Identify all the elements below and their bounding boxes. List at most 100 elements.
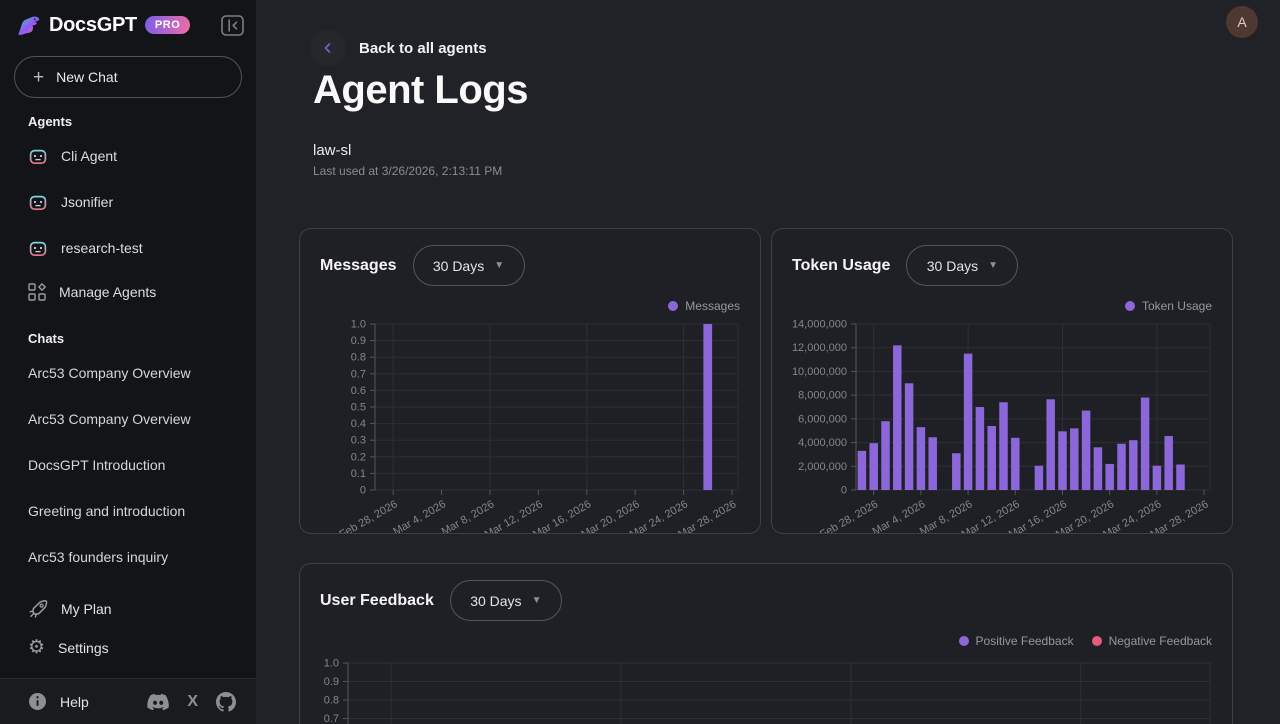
chat-item-label: Greeting and introduction xyxy=(28,503,186,519)
brand-name: DocsGPT xyxy=(49,13,137,36)
info-icon xyxy=(29,693,46,710)
svg-text:0.1: 0.1 xyxy=(351,468,366,480)
user-feedback-panel: User Feedback 30 Days ▼ Positive Feedbac… xyxy=(299,563,1233,724)
back-label: Back to all agents xyxy=(359,39,487,57)
token-usage-panel: Token Usage 30 Days ▼ Token Usage 0 2,000… xyxy=(771,228,1233,534)
chat-item[interactable]: Greeting and introduction xyxy=(0,488,256,534)
settings-label: Settings xyxy=(58,639,109,656)
new-chat-button[interactable]: + New Chat xyxy=(14,56,242,98)
robot-icon xyxy=(29,193,47,210)
discord-icon[interactable] xyxy=(147,693,170,711)
legend-dot xyxy=(958,636,969,646)
chat-item[interactable]: DocsGPT Introduction xyxy=(0,442,256,488)
messages-bar-chart: 0 0.1 0.2 0.3 0.4 0.5 0.6 0.7 0.8 0.9 1.0 Feb 28, 2… xyxy=(337,319,739,534)
help-strip: Help X xyxy=(0,678,256,724)
legend-dot xyxy=(1124,301,1135,311)
legend-dot xyxy=(1091,636,1102,646)
chat-item[interactable]: Arc53 founders inquiry xyxy=(0,534,256,580)
user-feedback-legend: Positive Feedback Negative Feedback xyxy=(320,633,1212,649)
chat-item-label: DocsGPT Introduction xyxy=(28,457,166,473)
legend-dot xyxy=(668,301,679,311)
token-usage-legend: Token Usage xyxy=(792,298,1212,314)
svg-text:1.0: 1.0 xyxy=(324,658,339,670)
svg-text:0.3: 0.3 xyxy=(351,435,366,447)
x-twitter-icon[interactable]: X xyxy=(187,693,198,711)
svg-text:0.7: 0.7 xyxy=(351,368,366,380)
svg-text:12,000,000: 12,000,000 xyxy=(792,342,847,354)
gear-icon: ⚙︎ xyxy=(28,637,46,658)
svg-text:0.9: 0.9 xyxy=(324,676,339,688)
rocket-icon xyxy=(29,599,48,618)
robot-icon xyxy=(29,147,47,164)
github-icon[interactable] xyxy=(216,691,236,712)
svg-text:0: 0 xyxy=(360,485,366,497)
svg-text:8,000,000: 8,000,000 xyxy=(798,390,847,402)
legend-label: Token Usage xyxy=(1141,299,1212,313)
agent-last-used: Last used at 3/26/2026, 2:13:11 PM xyxy=(313,164,503,178)
chevron-left-icon xyxy=(324,43,331,53)
agents-section-header: Agents xyxy=(28,114,73,129)
sidebar-item-research-test[interactable]: research-test xyxy=(0,225,256,271)
svg-text:0.5: 0.5 xyxy=(351,402,366,414)
svg-text:0.8: 0.8 xyxy=(324,695,339,707)
manage-agents-icon xyxy=(28,283,46,301)
messages-legend: Messages xyxy=(320,298,740,314)
chat-item-label: Arc53 Company Overview xyxy=(28,411,191,427)
page-title: Agent Logs xyxy=(313,68,528,112)
chat-item-label: Arc53 founders inquiry xyxy=(28,549,169,565)
messages-panel-title: Messages xyxy=(320,256,397,274)
pro-badge: PRO xyxy=(144,16,191,34)
chats-section-header: Chats xyxy=(28,331,65,346)
new-chat-label: New Chat xyxy=(56,69,118,85)
svg-text:0.7: 0.7 xyxy=(324,713,339,724)
back-to-agents-button[interactable]: Back to all agents xyxy=(310,30,487,66)
range-label: 30 Days xyxy=(926,257,979,274)
sidebar-header: DocsGPT PRO xyxy=(0,0,256,40)
messages-panel: Messages 30 Days ▼ Messages 0 0.1 0.2 0.3 0.… xyxy=(299,228,761,534)
svg-text:14,000,000: 14,000,000 xyxy=(792,319,847,331)
token-usage-panel-title: Token Usage xyxy=(792,256,891,274)
sidebar-item-label: Manage Agents xyxy=(59,284,157,300)
plus-icon: + xyxy=(33,66,45,88)
svg-text:2,000,000: 2,000,000 xyxy=(798,461,847,473)
legend-label: Positive Feedback xyxy=(975,634,1074,648)
avatar[interactable]: A xyxy=(1226,6,1258,38)
svg-text:0.2: 0.2 xyxy=(351,451,366,463)
sidebar-bottom: My Plan ⚙︎ Settings xyxy=(0,589,256,667)
sidebar-item-help[interactable]: Help xyxy=(28,692,89,711)
svg-text:0.6: 0.6 xyxy=(351,385,366,397)
token-usage-range-dropdown[interactable]: 30 Days ▼ xyxy=(906,245,1019,286)
user-feedback-bar-chart: 00.10.20.30.40.50.60.70.80.91.0Feb 28, 2… xyxy=(324,658,1211,724)
messages-range-dropdown[interactable]: 30 Days ▼ xyxy=(412,245,525,286)
svg-text:4,000,000: 4,000,000 xyxy=(798,437,847,449)
agent-meta: law-sl Last used at 3/26/2026, 2:13:11 P… xyxy=(313,142,502,178)
robot-icon xyxy=(29,239,47,256)
help-label: Help xyxy=(60,693,89,710)
sidebar-item-manage-agents[interactable]: Manage Agents xyxy=(0,271,256,313)
svg-text:1.0: 1.0 xyxy=(351,319,366,331)
sidebar: DocsGPT PRO + New Chat Agents Cli Agent xyxy=(0,0,256,724)
svg-text:0.8: 0.8 xyxy=(351,352,366,364)
chevron-down-icon: ▼ xyxy=(494,260,505,271)
legend-label: Negative Feedback xyxy=(1108,634,1212,648)
sidebar-item-settings[interactable]: ⚙︎ Settings xyxy=(0,628,256,667)
chevron-down-icon: ▼ xyxy=(531,595,542,606)
back-circle xyxy=(310,30,346,66)
user-feedback-range-dropdown[interactable]: 30 Days ▼ xyxy=(449,580,562,621)
token-usage-bar-chart: 0 2,000,000 4,000,000 6,000,000 8,000,000 10,… xyxy=(792,319,1211,534)
svg-text:10,000,000: 10,000,000 xyxy=(792,366,847,378)
svg-text:0.9: 0.9 xyxy=(351,335,366,347)
chat-item[interactable]: Arc53 Company Overview xyxy=(0,396,256,442)
chat-item[interactable]: Arc53 Company Overview xyxy=(0,350,256,396)
collapse-sidebar-button[interactable] xyxy=(221,14,244,36)
main-content: A Back to all agents Agent Logs law-sl L… xyxy=(256,0,1280,724)
legend-label: Messages xyxy=(685,299,740,313)
sidebar-item-jsonifier[interactable]: Jsonifier xyxy=(0,179,256,225)
svg-text:Feb 28, 2026: Feb 28, 2026 xyxy=(337,498,399,534)
sidebar-item-label: research-test xyxy=(61,240,143,256)
svg-text:0: 0 xyxy=(841,485,847,497)
sidebar-item-my-plan[interactable]: My Plan xyxy=(0,589,256,628)
svg-text:6,000,000: 6,000,000 xyxy=(798,413,847,425)
sidebar-item-label: Jsonifier xyxy=(61,194,114,210)
sidebar-item-cli-agent[interactable]: Cli Agent xyxy=(0,133,256,179)
